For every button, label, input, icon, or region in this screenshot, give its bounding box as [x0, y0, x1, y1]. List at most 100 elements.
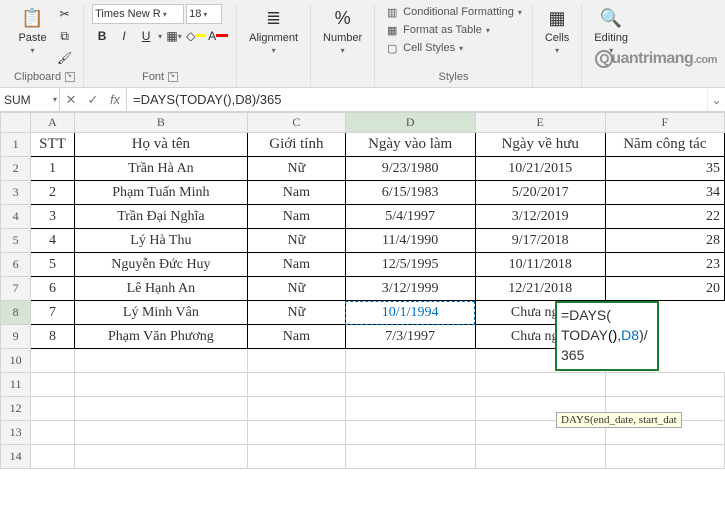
row-header-10[interactable]: 10	[1, 349, 31, 373]
cell[interactable]: Nam	[248, 181, 346, 205]
cell[interactable]: 9/23/1980	[345, 157, 475, 181]
col-header-F[interactable]: F	[605, 113, 724, 133]
cell[interactable]: Họ và tên	[74, 133, 247, 157]
italic-button[interactable]: I	[114, 26, 134, 46]
cell[interactable]: 12/5/1995	[345, 253, 475, 277]
cell[interactable]: Nguyễn Đức Huy	[74, 253, 247, 277]
cell[interactable]: 2	[31, 181, 74, 205]
font-name-combo[interactable]: Times New R▾	[92, 4, 184, 24]
cell[interactable]: 35	[605, 157, 724, 181]
paste-button[interactable]: 📋 Paste ▾	[14, 4, 50, 57]
name-box[interactable]: SUM▾	[0, 88, 60, 111]
cell[interactable]: Phạm Văn Phương	[74, 325, 247, 349]
cell[interactable]	[74, 373, 247, 397]
col-header-C[interactable]: C	[248, 113, 346, 133]
select-all-corner[interactable]	[1, 113, 31, 133]
cell[interactable]: 3/12/2019	[475, 205, 605, 229]
cell[interactable]: 20	[605, 277, 724, 301]
cell[interactable]: 5	[31, 253, 74, 277]
col-header-A[interactable]: A	[31, 113, 74, 133]
cell[interactable]: 3	[31, 205, 74, 229]
cell[interactable]: 12/21/2018	[475, 277, 605, 301]
row-header-2[interactable]: 2	[1, 157, 31, 181]
cells-button[interactable]: ▦ Cells ▾	[541, 4, 573, 57]
cell[interactable]	[345, 397, 475, 421]
cell[interactable]	[248, 349, 346, 373]
expand-formula-bar[interactable]: ⌄	[707, 88, 725, 111]
clipboard-launcher[interactable]	[65, 72, 75, 82]
cell[interactable]: Nam	[248, 325, 346, 349]
cell[interactable]	[31, 349, 74, 373]
alignment-button[interactable]: ≣ Alignment ▾	[245, 4, 302, 57]
cell[interactable]: 7	[31, 301, 74, 325]
cell[interactable]: Phạm Tuấn Minh	[74, 181, 247, 205]
col-header-D[interactable]: D	[345, 113, 475, 133]
cell[interactable]: 23	[605, 253, 724, 277]
cell[interactable]: 3/12/1999	[345, 277, 475, 301]
cell[interactable]: 28	[605, 229, 724, 253]
cell[interactable]: 5/4/1997	[345, 205, 475, 229]
cell[interactable]	[248, 445, 346, 469]
enter-formula-button[interactable]: ✓	[82, 92, 104, 108]
copy-button[interactable]: ⧉	[55, 26, 75, 46]
cell[interactable]: 34	[605, 181, 724, 205]
row-header-7[interactable]: 7	[1, 277, 31, 301]
cell[interactable]: 10/21/2015	[475, 157, 605, 181]
row-header-12[interactable]: 12	[1, 397, 31, 421]
cell[interactable]: 22	[605, 205, 724, 229]
cell[interactable]	[345, 445, 475, 469]
font-color-button[interactable]: A	[208, 26, 228, 46]
format-painter-button[interactable]: 🖌	[55, 48, 75, 68]
cell[interactable]	[345, 373, 475, 397]
cell[interactable]: Nam	[248, 205, 346, 229]
fill-color-button[interactable]: ◇	[186, 26, 206, 46]
cell[interactable]: 9/17/2018	[475, 229, 605, 253]
row-header-14[interactable]: 14	[1, 445, 31, 469]
insert-function-button[interactable]: fx	[104, 92, 126, 107]
cell-styles-button[interactable]: ▢Cell Styles▾	[383, 40, 465, 56]
row-header-5[interactable]: 5	[1, 229, 31, 253]
row-header-1[interactable]: 1	[1, 133, 31, 157]
cell[interactable]	[248, 397, 346, 421]
cell[interactable]	[248, 421, 346, 445]
row-header-13[interactable]: 13	[1, 421, 31, 445]
cell[interactable]: Nữ	[248, 157, 346, 181]
cell[interactable]: Lý Hà Thu	[74, 229, 247, 253]
cell[interactable]: Lê Hạnh An	[74, 277, 247, 301]
underline-button[interactable]: U	[136, 26, 156, 46]
cell[interactable]	[248, 373, 346, 397]
cell-F8-editing[interactable]: =DAYS( TODAY(),D8)/ 365	[555, 301, 659, 371]
row-header-3[interactable]: 3	[1, 181, 31, 205]
format-as-table-button[interactable]: ▦Format as Table▾	[383, 22, 492, 38]
number-button[interactable]: % Number ▾	[319, 4, 366, 57]
cell[interactable]: Năm công tác	[605, 133, 724, 157]
cell[interactable]: 6	[31, 277, 74, 301]
cell[interactable]	[74, 445, 247, 469]
cell[interactable]: 8	[31, 325, 74, 349]
cell[interactable]: 4	[31, 229, 74, 253]
cell[interactable]	[475, 445, 605, 469]
row-header-11[interactable]: 11	[1, 373, 31, 397]
row-header-9[interactable]: 9	[1, 325, 31, 349]
cell[interactable]: Trần Hà An	[74, 157, 247, 181]
cell[interactable]: Giới tính	[248, 133, 346, 157]
font-size-combo[interactable]: 18▾	[186, 4, 222, 24]
cell[interactable]: 7/3/1997	[345, 325, 475, 349]
cell[interactable]: Ngày vào làm	[345, 133, 475, 157]
cell[interactable]	[475, 373, 605, 397]
editing-button[interactable]: 🔍 Editing ▾	[590, 4, 632, 57]
cell[interactable]	[31, 397, 74, 421]
cell[interactable]: 5/20/2017	[475, 181, 605, 205]
cell[interactable]: 10/11/2018	[475, 253, 605, 277]
font-launcher[interactable]	[168, 72, 178, 82]
cell[interactable]	[74, 397, 247, 421]
cell[interactable]	[31, 373, 74, 397]
col-header-E[interactable]: E	[475, 113, 605, 133]
cell[interactable]: 10/1/1994	[345, 301, 475, 325]
cell[interactable]: Trần Đại Nghĩa	[74, 205, 247, 229]
cell[interactable]	[31, 445, 74, 469]
cell[interactable]: Ngày về hưu	[475, 133, 605, 157]
col-header-B[interactable]: B	[74, 113, 247, 133]
formula-input[interactable]: =DAYS(TODAY(),D8)/365	[127, 88, 707, 111]
row-header-4[interactable]: 4	[1, 205, 31, 229]
